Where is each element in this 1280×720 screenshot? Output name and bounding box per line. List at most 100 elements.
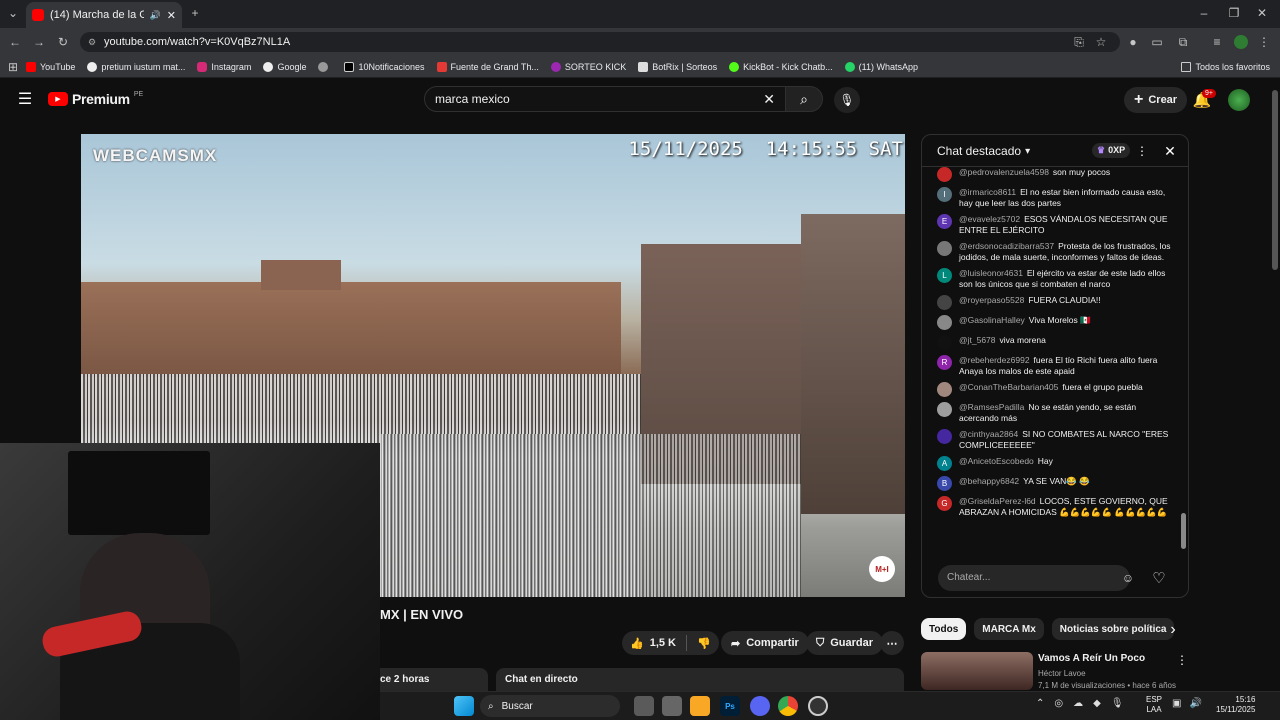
message-author[interactable]: @rebeherdez6992 bbox=[959, 355, 1030, 365]
bookmark-google[interactable]: Google bbox=[263, 61, 306, 72]
bookmark-font[interactable]: Fuente de Grand Th... bbox=[436, 61, 539, 72]
profile-avatar[interactable] bbox=[1234, 35, 1248, 49]
chip-noticias[interactable]: Noticias sobre política bbox=[1051, 618, 1175, 640]
search-button[interactable]: ⌕ bbox=[785, 86, 823, 112]
avatar[interactable] bbox=[937, 382, 952, 397]
chat-message[interactable]: G @GriseldaPerez-l6d LOCOS, ESTE GOVIERNO,… bbox=[937, 496, 1177, 518]
more-actions-button[interactable]: ⋯ bbox=[880, 631, 904, 655]
chat-message[interactable]: R @rebeherdez6992 fuera El tío Richi fuera… bbox=[937, 355, 1177, 377]
language-indicator[interactable]: ESP LAA bbox=[1146, 695, 1162, 715]
share-button[interactable]: ➦ Compartir bbox=[721, 631, 809, 655]
site-info-icon[interactable]: ⚙ bbox=[88, 37, 96, 48]
bookmark-sorteo-kick[interactable]: SORTEO KICK bbox=[550, 61, 626, 72]
avatar[interactable] bbox=[937, 335, 952, 350]
message-author[interactable]: @GriseldaPerez-l6d bbox=[959, 496, 1036, 506]
back-icon[interactable]: ← bbox=[8, 34, 22, 50]
menu-kebab-icon[interactable]: ⋮ bbox=[1258, 34, 1270, 50]
chat-message[interactable]: L @luisleonor4631 El ejército va estar de … bbox=[937, 268, 1177, 290]
windows-start-icon[interactable] bbox=[454, 696, 474, 716]
chat-message[interactable]: @ConanTheBarbarian405 fuera el grupo pueb… bbox=[937, 382, 1177, 397]
task-view-icon[interactable] bbox=[634, 696, 654, 716]
avatar[interactable]: G bbox=[937, 496, 952, 511]
message-author[interactable]: @RamsesPadilla bbox=[959, 402, 1024, 412]
bookmark-youtube[interactable]: YouTube bbox=[26, 61, 75, 72]
youtube-avatar[interactable] bbox=[1228, 89, 1250, 111]
like-button[interactable]: 👍 1,5 K bbox=[630, 637, 676, 650]
bookmark-pretium[interactable]: pretium iustum mat... bbox=[87, 61, 185, 72]
live-chat-replay[interactable]: Chat en directo bbox=[496, 668, 904, 692]
url-field[interactable]: ⚙ youtube.com/watch?v=K0VqBz7NL1A bbox=[80, 32, 1120, 52]
chat-message[interactable]: @GasolinaHalley Viva Morelos 🇲🇽 bbox=[937, 315, 1177, 330]
related-more-icon[interactable]: ⋮ bbox=[1176, 652, 1188, 668]
message-author[interactable]: @royerpaso5528 bbox=[959, 295, 1024, 305]
bookmark-whatsapp[interactable]: (11) WhatsApp bbox=[844, 61, 918, 72]
message-author[interactable]: @pedrovalenzuela4598 bbox=[959, 167, 1049, 177]
voice-search-icon[interactable]: 🎙 bbox=[834, 87, 860, 113]
clear-search-icon[interactable]: ✕ bbox=[763, 91, 775, 108]
chat-more-icon[interactable]: ⋮ bbox=[1136, 143, 1148, 159]
message-author[interactable]: @evavelez5702 bbox=[959, 214, 1020, 224]
avatar[interactable] bbox=[937, 429, 952, 444]
forward-icon[interactable]: → bbox=[32, 34, 46, 50]
chat-message[interactable]: @royerpaso5528 FUERA CLAUDIA!! bbox=[937, 295, 1177, 310]
chat-message[interactable]: A @AnicetoEscobedo Hay bbox=[937, 456, 1177, 471]
chat-message[interactable]: @jt_5678 viva morena bbox=[937, 335, 1177, 350]
message-author[interactable]: @luisleonor4631 bbox=[959, 268, 1023, 278]
avatar[interactable]: E bbox=[937, 214, 952, 229]
hamburger-menu-icon[interactable]: ☰ bbox=[16, 90, 34, 108]
extension-icon[interactable]: ● bbox=[1126, 34, 1140, 50]
related-title[interactable]: Vamos A Reír Un Poco bbox=[1038, 653, 1145, 664]
tab-list-icon[interactable]: ⌄ bbox=[6, 6, 20, 20]
message-author[interactable]: @jt_5678 bbox=[959, 335, 996, 345]
avatar[interactable] bbox=[937, 315, 952, 330]
chat-message[interactable]: B @behappy6842 YA SE VAN😂 😂 bbox=[937, 476, 1177, 491]
channel-logo-overlay[interactable]: M+I bbox=[869, 556, 895, 582]
chat-message[interactable]: @pedrovalenzuela4598 son muy pocos bbox=[937, 167, 1177, 182]
chat-scrollbar[interactable] bbox=[1181, 169, 1186, 559]
save-button[interactable]: ⛉ Guardar bbox=[806, 631, 884, 655]
avatar[interactable] bbox=[937, 241, 952, 256]
search-input[interactable]: marca mexico ✕ bbox=[424, 86, 786, 112]
message-author[interactable]: @GasolinaHalley bbox=[959, 315, 1025, 325]
chat-input[interactable]: Chatear... bbox=[938, 565, 1130, 591]
chip-marca-mx[interactable]: MARCA Mx bbox=[974, 618, 1044, 640]
chat-mode-dropdown[interactable]: Chat destacado ▾ bbox=[937, 144, 1030, 158]
message-author[interactable]: @irmarico8611 bbox=[959, 187, 1016, 197]
chat-message[interactable]: I @irmarico8611 El no estar bien informado… bbox=[937, 187, 1177, 209]
related-channel[interactable]: Héctor Lavoe bbox=[1038, 669, 1086, 678]
related-thumbnail[interactable] bbox=[921, 652, 1033, 690]
network-volume[interactable]: ▣ 🔊 bbox=[1172, 698, 1202, 709]
emoji-icon[interactable]: ☺ bbox=[1119, 569, 1137, 587]
chat-message[interactable]: @cinthyaa2864 SI NO COMBATES AL NARCO "ER… bbox=[937, 429, 1177, 451]
message-author[interactable]: @behappy6842 bbox=[959, 476, 1019, 486]
clock[interactable]: 15:16 15/11/2025 bbox=[1216, 695, 1255, 715]
chat-message[interactable]: @RamsesPadilla No se están yendo, se está… bbox=[937, 402, 1177, 424]
bookmark-star-icon[interactable]: ☆ bbox=[1094, 34, 1108, 50]
bookmark-globe[interactable] bbox=[318, 61, 332, 72]
file-explorer-icon[interactable] bbox=[690, 696, 710, 716]
minimize-icon[interactable]: – bbox=[1196, 6, 1212, 20]
close-chat-icon[interactable]: ✕ bbox=[1162, 143, 1178, 159]
chip-todos[interactable]: Todos bbox=[921, 618, 967, 640]
avatar[interactable]: A bbox=[937, 456, 952, 471]
heart-icon[interactable]: ♡ bbox=[1150, 569, 1168, 587]
bookmark-x-notifications[interactable]: 10Notificaciones bbox=[344, 61, 425, 72]
message-author[interactable]: @cinthyaa2864 bbox=[959, 429, 1018, 439]
media-icon[interactable]: ≡ bbox=[1210, 34, 1224, 50]
photoshop-icon[interactable]: Ps bbox=[720, 696, 740, 716]
avatar[interactable] bbox=[937, 402, 952, 417]
create-button[interactable]: + Crear bbox=[1124, 87, 1188, 113]
avatar[interactable]: R bbox=[937, 355, 952, 370]
avatar[interactable]: B bbox=[937, 476, 952, 491]
extension-icon[interactable]: ▭ bbox=[1150, 34, 1164, 50]
speaker-icon[interactable]: 🔊 bbox=[150, 10, 161, 21]
dislike-button[interactable]: 👎 bbox=[697, 637, 711, 650]
apps-grid-icon[interactable]: ⊞ bbox=[0, 60, 26, 74]
message-author[interactable]: @AnicetoEscobedo bbox=[959, 456, 1034, 466]
install-icon[interactable]: ⎘ bbox=[1072, 34, 1086, 50]
taskbar-search[interactable]: ⌕ Buscar bbox=[480, 695, 620, 717]
chrome-icon[interactable] bbox=[778, 696, 798, 716]
message-author[interactable]: @erdsonocadizibarra537 bbox=[959, 241, 1054, 251]
app-icon[interactable] bbox=[662, 696, 682, 716]
chat-message[interactable]: @erdsonocadizibarra537 Protesta de los fr… bbox=[937, 241, 1177, 263]
